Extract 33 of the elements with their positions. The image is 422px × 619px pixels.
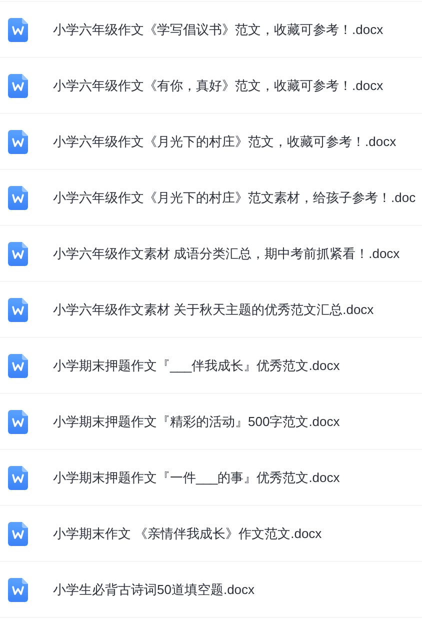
file-row[interactable]: 小学期末作文 《亲情伴我成长》作文范文.docx [0, 506, 422, 562]
file-name: 小学生必背古诗词50道填空题.docx [53, 580, 255, 598]
file-name: 小学六年级作文《有你，真好》范文，收藏可参考！.docx [53, 76, 384, 94]
word-document-icon [8, 466, 28, 490]
word-document-icon [8, 186, 28, 210]
word-document-icon [8, 130, 28, 154]
word-document-icon [8, 522, 28, 546]
file-row[interactable]: 小学六年级作文《月光下的村庄》范文素材，给孩子参考！.doc [0, 170, 422, 226]
word-document-icon [8, 74, 28, 98]
file-name: 小学六年级作文《月光下的村庄》范文素材，给孩子参考！.doc [53, 188, 416, 206]
file-row[interactable]: 小学生必背古诗词50道填空题.docx [0, 562, 422, 618]
file-row[interactable]: 小学六年级作文《学写倡议书》范文，收藏可参考！.docx [0, 2, 422, 58]
file-name: 小学六年级作文素材 成语分类汇总，期中考前抓紧看！.docx [53, 244, 400, 262]
file-name: 小学六年级作文《学写倡议书》范文，收藏可参考！.docx [53, 20, 384, 38]
word-document-icon [8, 18, 28, 42]
file-name: 小学期末押题作文『___伴我成长』优秀范文.docx [53, 356, 340, 374]
file-name: 小学六年级作文素材 关于秋天主题的优秀范文汇总.docx [53, 300, 374, 318]
word-document-icon [8, 354, 28, 378]
file-name: 小学六年级作文《月光下的村庄》范文，收藏可参考！.docx [53, 132, 396, 150]
file-name: 小学期末押题作文『精彩的活动』500字范文.docx [53, 412, 340, 430]
file-row[interactable]: 小学期末押题作文『___伴我成长』优秀范文.docx [0, 338, 422, 394]
word-document-icon [8, 410, 28, 434]
file-row[interactable]: 小学六年级作文《月光下的村庄》范文，收藏可参考！.docx [0, 114, 422, 170]
file-row[interactable]: 小学六年级作文素材 关于秋天主题的优秀范文汇总.docx [0, 282, 422, 338]
file-row[interactable]: 小学六年级作文《有你，真好》范文，收藏可参考！.docx [0, 58, 422, 114]
file-row[interactable]: 小学期末押题作文『一件___的事』优秀范文.docx [0, 450, 422, 506]
file-row[interactable]: 小学六年级作文素材 成语分类汇总，期中考前抓紧看！.docx [0, 226, 422, 282]
word-document-icon [8, 578, 28, 602]
word-document-icon [8, 242, 28, 266]
word-document-icon [8, 298, 28, 322]
file-name: 小学期末作文 《亲情伴我成长》作文范文.docx [53, 524, 322, 542]
file-name: 小学期末押题作文『一件___的事』优秀范文.docx [53, 468, 340, 486]
file-row[interactable]: 小学期末押题作文『精彩的活动』500字范文.docx [0, 394, 422, 450]
